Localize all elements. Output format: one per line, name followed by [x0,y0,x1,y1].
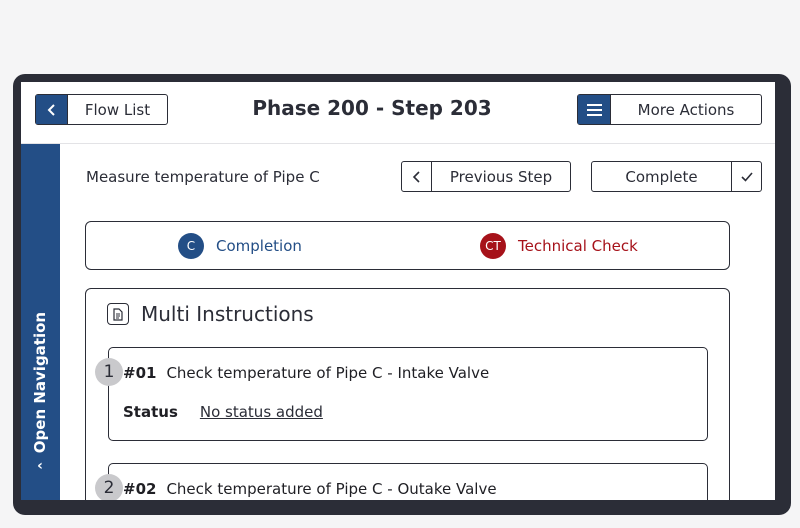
status-label: Status [123,403,178,421]
flow-list-button[interactable]: Flow List [35,94,168,125]
chevron-right-icon: ‹ [37,458,43,475]
tab-completion-label: Completion [216,237,302,255]
flow-list-label: Flow List [84,100,151,119]
previous-step-label: Previous Step [449,167,553,186]
tab-completion[interactable]: C Completion [178,233,302,259]
instruction-title: #01 Check temperature of Pipe C - Intake … [123,364,489,382]
chevron-left-icon [36,95,68,124]
menu-icon [578,95,611,124]
instruction-title: #02 Check temperature of Pipe C - Outake … [123,480,497,498]
open-navigation-label: Open Navigation [31,311,49,454]
instruction-status-row: Status No status added [123,403,323,421]
multi-instructions-header: Multi Instructions [107,302,314,326]
instruction-text: Check temperature of Pipe C - Intake Val… [166,364,490,382]
complete-button[interactable]: Complete [591,161,762,192]
tab-bar: C Completion CT Technical Check [85,221,730,270]
instruction-item[interactable]: 2 #02 Check temperature of Pipe C - Outak… [95,463,708,500]
previous-step-button[interactable]: Previous Step [401,161,571,192]
instruction-text: Check temperature of Pipe C - Outake Val… [166,480,497,498]
multi-instructions-title: Multi Instructions [141,302,314,326]
tab-technical-check[interactable]: CT Technical Check [480,233,638,259]
page-title: Phase 200 - Step 203 [252,96,492,120]
instruction-number: #02 [123,480,157,498]
main-content: Measure temperature of Pipe C Previous S… [60,144,775,500]
status-link[interactable]: No status added [200,403,323,421]
app-screen: Flow List Phase 200 - Step 203 More Acti… [21,82,775,500]
technical-check-badge: CT [480,233,506,259]
open-navigation-tab[interactable]: ‹ Open Navigation [21,144,60,500]
tab-technical-check-label: Technical Check [518,237,638,255]
top-bar: Flow List Phase 200 - Step 203 More Acti… [21,82,775,144]
more-actions-label: More Actions [637,100,735,119]
document-icon [107,303,129,325]
instruction-index-badge: 2 [95,474,123,500]
instruction-index-badge: 1 [95,358,123,386]
chevron-left-icon [402,162,432,191]
instruction-number: #01 [123,364,157,382]
more-actions-button[interactable]: More Actions [577,94,762,125]
step-description: Measure temperature of Pipe C [86,168,320,186]
check-icon [731,162,761,191]
multi-instructions-card: Multi Instructions 1 #01 Check temperatur… [85,288,730,500]
completion-badge: C [178,233,204,259]
instruction-item[interactable]: 1 #01 Check temperature of Pipe C - Intak… [95,347,708,441]
complete-label: Complete [625,167,698,186]
